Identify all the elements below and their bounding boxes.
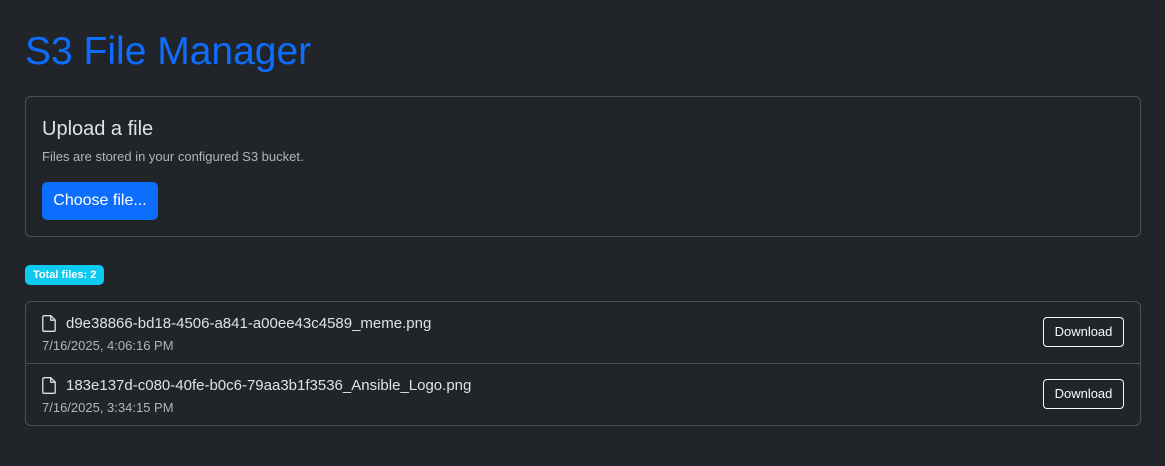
file-date: 7/16/2025, 3:34:15 PM — [42, 400, 174, 415]
upload-title: Upload a file — [42, 118, 154, 140]
upload-card: Upload a file Files are stored in your c… — [25, 96, 1141, 237]
download-button[interactable]: Download — [1043, 379, 1124, 409]
page-title: S3 File Manager — [25, 30, 312, 73]
file-list-item: d9e38866-bd18-4506-a841-a00ee43c4589_mem… — [26, 302, 1140, 364]
download-button[interactable]: Download — [1043, 317, 1124, 347]
file-date: 7/16/2025, 4:06:16 PM — [42, 338, 174, 353]
file-icon — [42, 377, 56, 394]
file-name: 183e137d-c080-40fe-b0c6-79aa3b1f3536_Ans… — [66, 377, 472, 394]
file-name: d9e38866-bd18-4506-a841-a00ee43c4589_mem… — [66, 315, 432, 332]
file-list-item: 183e137d-c080-40fe-b0c6-79aa3b1f3536_Ans… — [26, 364, 1140, 425]
upload-help-text: Files are stored in your configured S3 b… — [42, 149, 304, 164]
total-files-badge: Total files: 2 — [25, 265, 105, 285]
file-icon — [42, 315, 56, 332]
choose-file-button[interactable]: Choose file... — [42, 182, 158, 220]
file-list: d9e38866-bd18-4506-a841-a00ee43c4589_mem… — [25, 301, 1141, 426]
